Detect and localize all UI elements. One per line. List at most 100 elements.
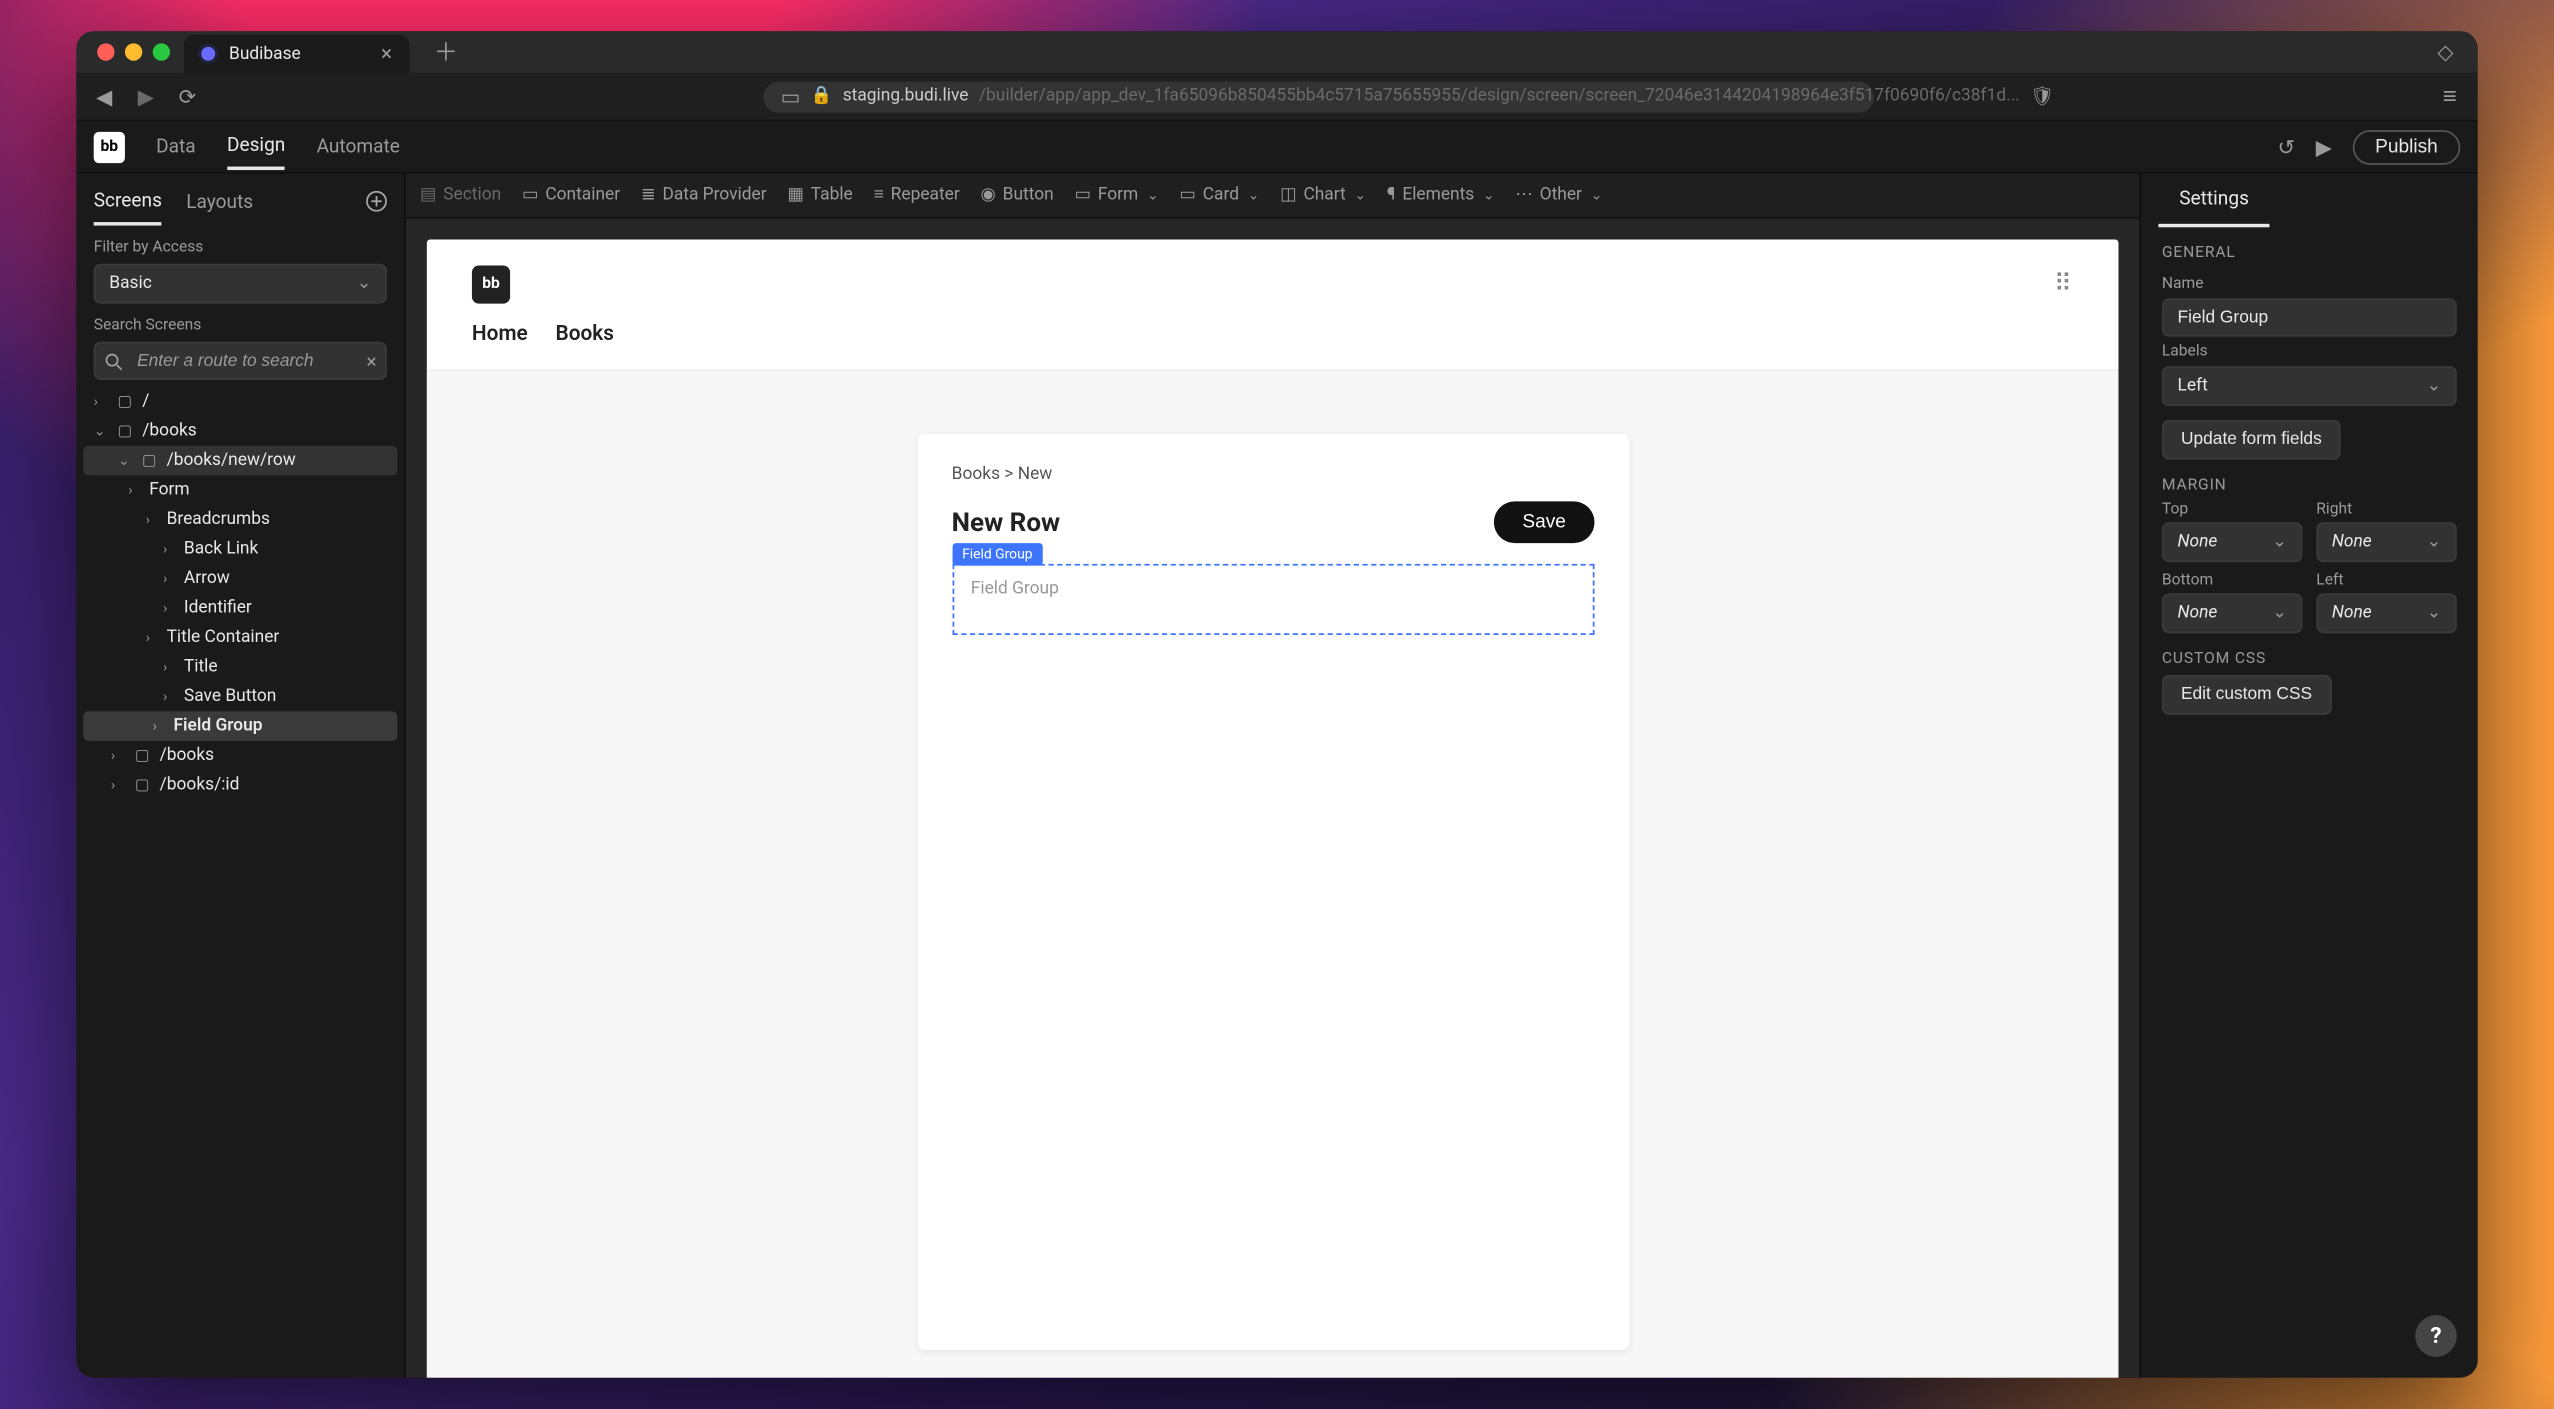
margin-bottom-label: Bottom bbox=[2162, 573, 2303, 590]
publish-button[interactable]: Publish bbox=[2353, 129, 2461, 164]
toolbar-other[interactable]: ⋯Other⌄ bbox=[1515, 186, 1602, 205]
tree-row[interactable]: ›Field Group bbox=[83, 711, 397, 740]
tree-row[interactable]: ›Identifier bbox=[76, 593, 404, 622]
new-tab-button[interactable]: ＋ bbox=[423, 35, 468, 70]
screen-icon: ▢ bbox=[132, 747, 153, 764]
window-minimize-icon[interactable] bbox=[125, 43, 142, 60]
filter-access-select[interactable]: Basic ⌄ bbox=[94, 264, 387, 304]
edit-css-button[interactable]: Edit custom CSS bbox=[2162, 675, 2331, 715]
tree-row[interactable]: › ▢ / bbox=[76, 387, 404, 416]
add-screen-button[interactable] bbox=[366, 187, 387, 225]
search-clear-icon[interactable]: × bbox=[366, 350, 376, 373]
tree-row[interactable]: ›Breadcrumbs bbox=[76, 505, 404, 534]
tree-row-label: Back Link bbox=[184, 540, 258, 559]
tree-row[interactable]: ›▢/books/:id bbox=[76, 770, 404, 799]
preview-card: Books > New New Row Save Field Group Fie… bbox=[917, 434, 1628, 1350]
chevron-down-icon: ⌄ bbox=[1147, 187, 1159, 203]
browser-hamburger-icon[interactable]: ≡ bbox=[2436, 82, 2464, 111]
tab-close-icon[interactable]: × bbox=[381, 43, 392, 64]
toolbar-repeater[interactable]: ≡Repeater bbox=[874, 186, 960, 205]
toolbar-button[interactable]: ◉Button bbox=[981, 186, 1054, 205]
tree-row[interactable]: ⌄▢/books bbox=[76, 416, 404, 445]
name-input[interactable] bbox=[2162, 298, 2457, 336]
page-info-icon[interactable]: ▭ bbox=[781, 84, 801, 108]
chevron-down-icon: ⌄ bbox=[1483, 187, 1495, 203]
chevron-icon: › bbox=[163, 600, 177, 616]
design-canvas: bb ⠿ Home Books Books > New bbox=[427, 239, 2119, 1377]
tree-row-label: Save Button bbox=[184, 687, 276, 706]
margin-left-select[interactable]: None ⌄ bbox=[2316, 593, 2457, 633]
toolbar-elements[interactable]: ¶Elements⌄ bbox=[1387, 186, 1495, 205]
browser-tabbar: Budibase × ＋ ◇ bbox=[76, 31, 2477, 73]
browser-tab[interactable]: Budibase × bbox=[184, 35, 410, 73]
tree-row[interactable]: ›Form bbox=[76, 475, 404, 504]
toolbar-chart[interactable]: ◫Chart⌄ bbox=[1280, 186, 1366, 205]
screen-icon: ▢ bbox=[115, 393, 136, 410]
tree-row-label: Arrow bbox=[184, 569, 230, 588]
window-close-icon[interactable] bbox=[97, 43, 114, 60]
save-button[interactable]: Save bbox=[1495, 501, 1594, 543]
app-logo-icon[interactable]: bb bbox=[94, 131, 125, 162]
tree-row[interactable]: ›▢/books bbox=[76, 741, 404, 770]
nav-design[interactable]: Design bbox=[227, 123, 285, 170]
toolbar-card[interactable]: ▭Card⌄ bbox=[1179, 186, 1259, 205]
labels-label: Labels bbox=[2141, 337, 2478, 366]
preview-icon[interactable]: ▶ bbox=[2316, 134, 2332, 158]
chevron-down-icon: ⌄ bbox=[2427, 533, 2442, 552]
update-form-fields-button[interactable]: Update form fields bbox=[2162, 420, 2341, 460]
toolbar-container[interactable]: ▭Container bbox=[522, 186, 620, 205]
tab-title: Budibase bbox=[229, 44, 301, 63]
settings-panel: Settings GENERAL Name Labels Left ⌄ Upda… bbox=[2139, 174, 2477, 1378]
toolbar-form[interactable]: ▭Form⌄ bbox=[1075, 186, 1159, 205]
nav-automate[interactable]: Automate bbox=[317, 125, 400, 168]
preview-nav-books[interactable]: Books bbox=[556, 320, 614, 344]
app-menu-icon[interactable]: ⠿ bbox=[2054, 270, 2074, 298]
preview-nav-home[interactable]: Home bbox=[472, 320, 528, 344]
margin-top-label: Top bbox=[2162, 501, 2303, 518]
window-maximize-icon[interactable] bbox=[153, 43, 170, 60]
labels-select[interactable]: Left ⌄ bbox=[2162, 366, 2457, 406]
margin-bottom-value: None bbox=[2177, 604, 2217, 623]
nav-forward-icon[interactable]: ▶ bbox=[132, 84, 160, 108]
chevron-icon: › bbox=[94, 394, 108, 410]
tree-row[interactable]: ›Title bbox=[76, 652, 404, 681]
button-icon: ◉ bbox=[981, 186, 996, 205]
tab-screens[interactable]: Screens bbox=[94, 188, 162, 224]
toolbar-item-label: Repeater bbox=[891, 186, 960, 205]
tree-row[interactable]: ›Arrow bbox=[76, 564, 404, 593]
toolbar-item-label: Card bbox=[1203, 186, 1239, 205]
browser-menu-icon[interactable]: ◇ bbox=[2437, 40, 2463, 64]
tree-row[interactable]: ›Title Container bbox=[76, 623, 404, 652]
tree-row-label: / bbox=[142, 392, 149, 411]
chevron-icon: › bbox=[146, 512, 160, 528]
field-group-component[interactable]: Field Group bbox=[952, 564, 1594, 635]
url-field[interactable]: ▭ 🔒 staging.budi.live/builder/app/app_de… bbox=[763, 81, 1873, 112]
window-traffic-lights bbox=[90, 43, 170, 60]
tree-row[interactable]: › Save Button bbox=[76, 682, 404, 711]
nav-reload-icon[interactable]: ⟳ bbox=[174, 84, 202, 108]
margin-top-select[interactable]: None ⌄ bbox=[2162, 522, 2303, 562]
toolbar-item-label: Table bbox=[811, 186, 853, 205]
nav-data[interactable]: Data bbox=[156, 125, 196, 168]
tree-row[interactable]: ⌄▢/books/new/row bbox=[83, 446, 397, 475]
help-button[interactable]: ? bbox=[2415, 1315, 2457, 1357]
data provider-icon: ≣ bbox=[641, 186, 656, 205]
page-title: New Row bbox=[952, 507, 1060, 538]
toolbar-data-provider[interactable]: ≣Data Provider bbox=[641, 186, 767, 205]
tree-row-label: /books bbox=[142, 422, 196, 441]
search-input[interactable] bbox=[94, 342, 387, 380]
nav-back-icon[interactable]: ◀ bbox=[90, 84, 118, 108]
tree-row[interactable]: › Back Link bbox=[76, 534, 404, 563]
shield-icon[interactable]: 🛡 bbox=[2030, 85, 2054, 108]
margin-right-select[interactable]: None ⌄ bbox=[2316, 522, 2457, 562]
chevron-icon: › bbox=[163, 689, 177, 705]
undo-icon[interactable]: ↺ bbox=[2277, 134, 2294, 158]
margin-bottom-select[interactable]: None ⌄ bbox=[2162, 593, 2303, 633]
toolbar-table[interactable]: ▦Table bbox=[787, 186, 852, 205]
tab-layouts[interactable]: Layouts bbox=[186, 190, 253, 223]
center-area: ▤Section▭Container≣Data Provider▦Table≡R… bbox=[406, 174, 2139, 1378]
tree-row-label: /books/:id bbox=[160, 776, 240, 795]
chevron-down-icon: ⌄ bbox=[2427, 377, 2442, 396]
left-sidebar: Screens Layouts Filter by Access Basic ⌄… bbox=[76, 174, 406, 1378]
chevron-icon: › bbox=[163, 541, 177, 557]
